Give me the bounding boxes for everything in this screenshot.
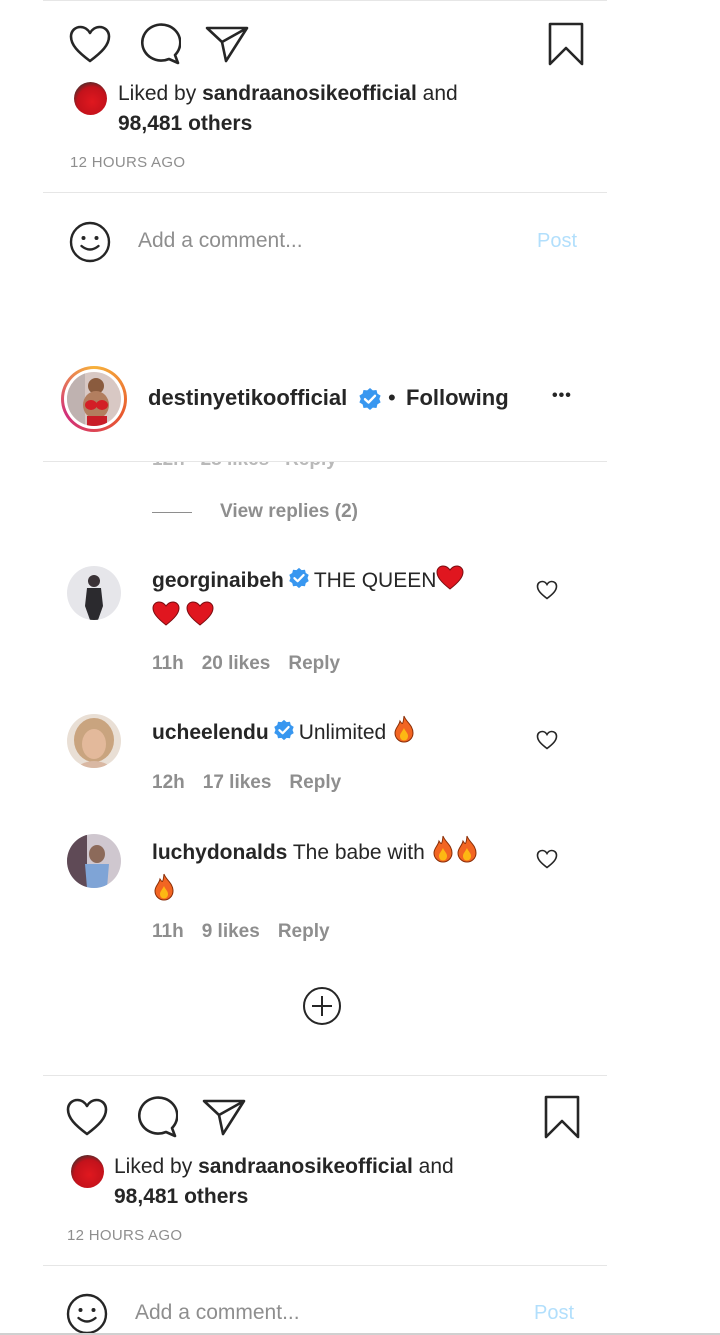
- comment-likes[interactable]: 20 likes: [202, 653, 271, 674]
- emoji-icon[interactable]: [69, 221, 111, 263]
- verified-badge-icon: [288, 567, 310, 599]
- like-comment-heart-icon[interactable]: [536, 730, 558, 750]
- reply-button[interactable]: Reply: [288, 653, 340, 674]
- divider: [43, 1265, 607, 1266]
- post-timestamp: 12 HOURS AGO: [67, 1227, 183, 1244]
- comment-body: ucheelendu Unlimited: [152, 715, 522, 753]
- following-button[interactable]: Following: [406, 385, 509, 411]
- load-more-comments-icon[interactable]: [302, 986, 342, 1026]
- verified-badge-icon: [358, 387, 382, 416]
- divider: [43, 192, 607, 193]
- comment-text: Unlimited: [298, 721, 387, 744]
- fire-emoji-icon: [392, 715, 416, 753]
- liker-avatar[interactable]: [71, 1155, 104, 1188]
- header-separator: •: [388, 385, 396, 410]
- like-comment-heart-icon[interactable]: [536, 580, 558, 600]
- comment-username[interactable]: georginaibeh: [152, 569, 284, 592]
- commenter-avatar[interactable]: [67, 714, 121, 768]
- bookmark-icon[interactable]: [543, 1095, 581, 1139]
- comment-username[interactable]: luchydonalds: [152, 841, 287, 864]
- post-button[interactable]: Post: [534, 1302, 574, 1325]
- emoji-icon[interactable]: [66, 1293, 108, 1335]
- comment-input[interactable]: Add a comment...: [135, 1301, 300, 1325]
- comment-meta: 11h 20 likes Reply: [152, 653, 358, 675]
- share-icon[interactable]: [201, 1097, 247, 1137]
- liked-and: and: [422, 82, 458, 105]
- comment-icon[interactable]: [134, 1096, 178, 1138]
- comment-text: The babe with: [292, 841, 425, 864]
- post-timestamp: 12 HOURS AGO: [70, 154, 186, 171]
- reply-button[interactable]: Reply: [289, 772, 341, 793]
- comment-time: 11h: [152, 921, 184, 942]
- red-heart-emoji-icon: [152, 601, 180, 637]
- liked-others-link[interactable]: 98,481 others: [114, 1185, 248, 1208]
- verified-badge-icon: [273, 719, 295, 751]
- liked-prefix: Liked by: [114, 1155, 193, 1178]
- header-username[interactable]: destinyetikoofficial: [148, 385, 347, 411]
- liked-prefix: Liked by: [118, 82, 197, 105]
- comment-likes[interactable]: 9 likes: [202, 921, 260, 942]
- comment-meta: 11h 9 likes Reply: [152, 921, 348, 943]
- divider: [43, 1075, 607, 1076]
- comment-meta: 12h 17 likes Reply: [152, 772, 359, 794]
- fire-emoji-icon: [455, 835, 479, 873]
- liked-by-text: Liked by sandraanosikeofficial and 98,48…: [118, 79, 538, 139]
- reply-button[interactable]: Reply: [278, 921, 330, 942]
- view-replies-line: [152, 512, 192, 513]
- clipped-meta: 12h 28 likes Reply: [152, 462, 452, 470]
- profile-avatar: [67, 372, 121, 426]
- comment-body: luchydonalds The babe with: [152, 835, 522, 911]
- bookmark-icon[interactable]: [547, 22, 585, 66]
- commenter-avatar[interactable]: [67, 566, 121, 620]
- liked-and: and: [418, 1155, 454, 1178]
- comment-username[interactable]: ucheelendu: [152, 721, 269, 744]
- comment-body: georginaibeh THE QUEEN: [152, 565, 522, 637]
- top-divider: [43, 0, 607, 1]
- comment-time: 12h: [152, 772, 185, 793]
- fire-emoji-icon: [152, 873, 176, 911]
- comment-icon[interactable]: [137, 23, 181, 65]
- more-options-icon[interactable]: •••: [552, 387, 572, 405]
- liked-user-link[interactable]: sandraanosikeofficial: [198, 1155, 413, 1178]
- liked-by-text: Liked by sandraanosikeofficial and 98,48…: [114, 1152, 534, 1212]
- liked-others-link[interactable]: 98,481 others: [118, 112, 252, 135]
- red-heart-emoji-icon: [436, 565, 464, 601]
- liked-user-link[interactable]: sandraanosikeofficial: [202, 82, 417, 105]
- comment-input[interactable]: Add a comment...: [138, 229, 303, 253]
- view-replies-button[interactable]: View replies (2): [220, 501, 358, 523]
- profile-avatar-ring[interactable]: [61, 366, 127, 432]
- liker-avatar[interactable]: [74, 82, 107, 115]
- heart-icon[interactable]: [68, 24, 112, 64]
- fire-emoji-icon: [431, 835, 455, 873]
- post-button[interactable]: Post: [537, 230, 577, 253]
- comment-likes[interactable]: 17 likes: [203, 772, 272, 793]
- like-comment-heart-icon[interactable]: [536, 849, 558, 869]
- commenter-avatar[interactable]: [67, 834, 121, 888]
- heart-icon[interactable]: [65, 1097, 109, 1137]
- red-heart-emoji-icon: [186, 601, 214, 637]
- share-icon[interactable]: [204, 24, 250, 64]
- comment-text: THE QUEEN: [313, 569, 437, 592]
- comment-time: 11h: [152, 653, 184, 674]
